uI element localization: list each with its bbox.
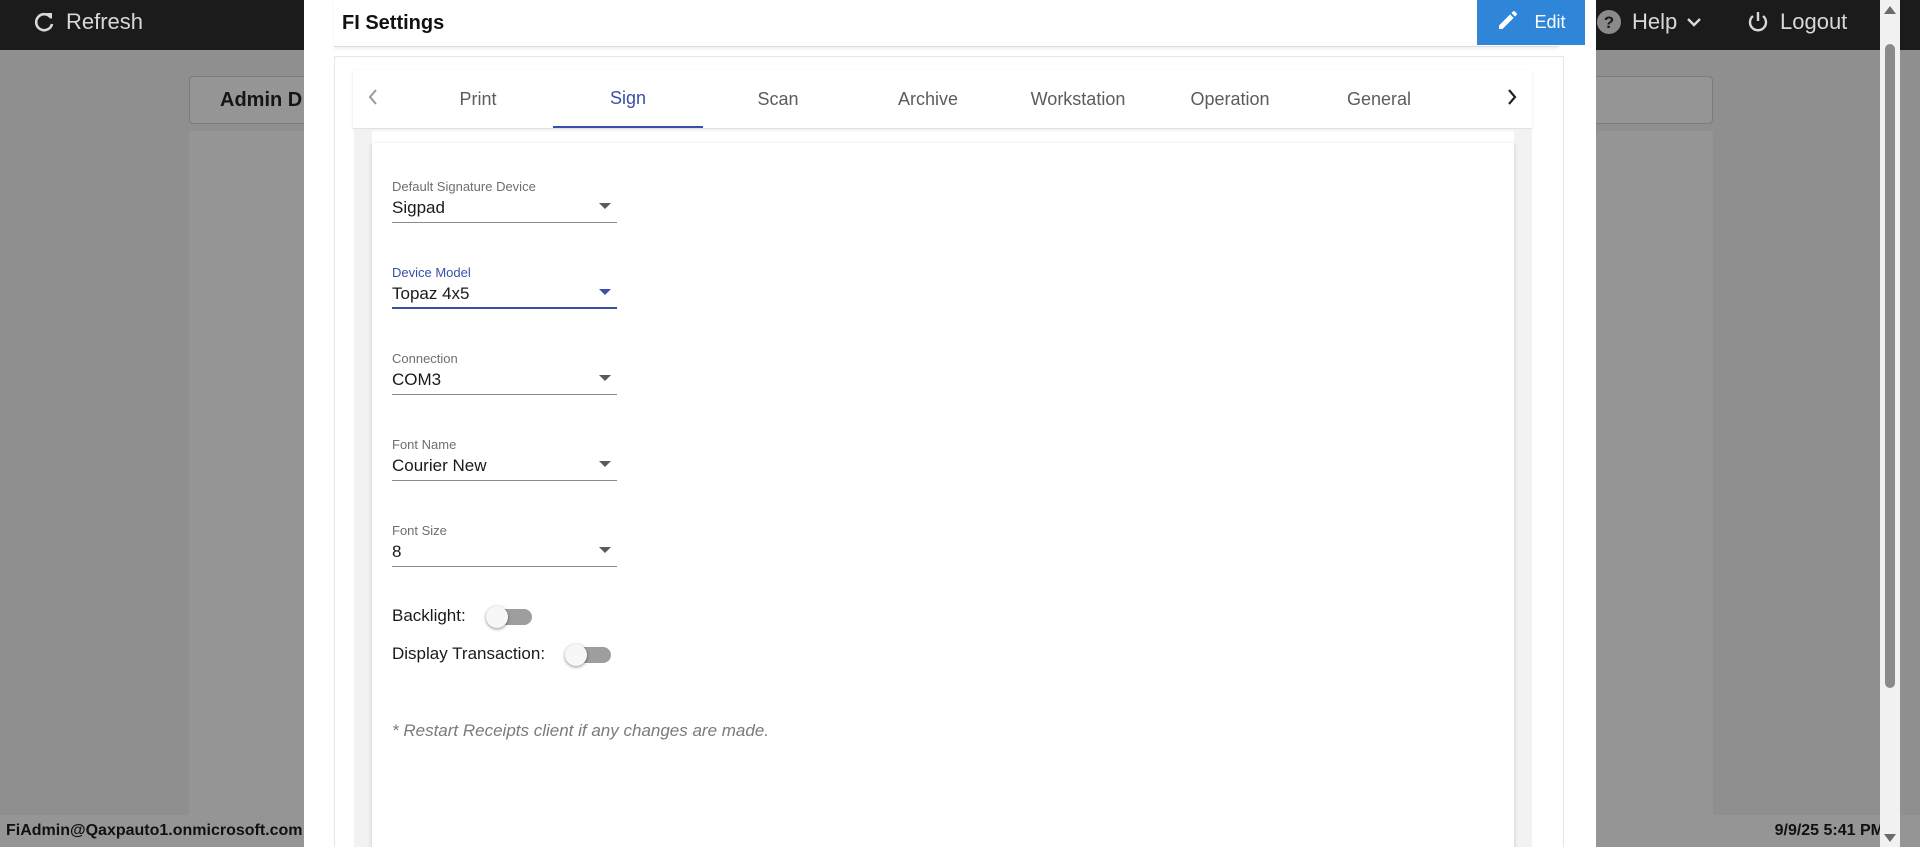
pencil-icon xyxy=(1496,8,1520,37)
backlight-row: Backlight: xyxy=(392,603,532,629)
field-label: Default Signature Device xyxy=(392,179,536,194)
panel-margin-right xyxy=(1514,129,1532,847)
chevron-down-icon xyxy=(1687,17,1702,27)
refresh-label: Refresh xyxy=(66,9,144,34)
font-name-select[interactable]: Font Name Courier New xyxy=(392,437,617,481)
scroll-down-icon[interactable] xyxy=(1884,834,1896,842)
field-value: COM3 xyxy=(392,370,442,389)
dropdown-arrow-icon xyxy=(599,461,611,467)
refresh-icon xyxy=(32,10,56,34)
logout-button[interactable]: Logout xyxy=(1746,0,1847,44)
field-label: Font Name xyxy=(392,437,457,452)
display-transaction-label: Display Transaction: xyxy=(392,644,546,663)
dropdown-arrow-icon xyxy=(599,289,611,295)
logout-label: Logout xyxy=(1780,9,1848,34)
connection-select[interactable]: Connection COM3 xyxy=(392,351,617,395)
display-transaction-row: Display Transaction: xyxy=(392,641,612,667)
power-icon xyxy=(1746,10,1770,34)
display-transaction-toggle[interactable] xyxy=(565,644,612,666)
tab-print[interactable]: Print xyxy=(403,70,553,128)
dialog-title: FI Settings xyxy=(342,12,445,34)
status-user: FiAdmin@Qaxpauto1.onmicrosoft.com xyxy=(6,822,303,839)
font-size-select[interactable]: Font Size 8 xyxy=(392,523,617,567)
field-label: Font Size xyxy=(392,523,447,538)
sign-settings-panel xyxy=(372,143,1514,847)
fi-settings-dialog: FI Settings Edit Print Sign Scan Archive… xyxy=(304,0,1900,847)
tab-archive[interactable]: Archive xyxy=(853,70,1003,128)
backlight-label: Backlight: xyxy=(392,606,466,625)
field-value: Courier New xyxy=(392,456,487,475)
field-label: Device Model xyxy=(392,265,471,280)
settings-tabs: Print Sign Scan Archive Workstation Oper… xyxy=(353,70,1532,129)
edit-button[interactable]: Edit xyxy=(1477,0,1585,45)
help-label: Help xyxy=(1632,9,1678,34)
svg-text:?: ? xyxy=(1604,13,1614,32)
field-value: Sigpad xyxy=(392,198,445,217)
scroll-up-icon[interactable] xyxy=(1884,6,1896,14)
scroll-thumb[interactable] xyxy=(1885,44,1895,688)
refresh-button[interactable]: Refresh xyxy=(32,0,143,44)
chevron-left-icon xyxy=(367,88,379,111)
chevron-right-icon xyxy=(1506,88,1518,111)
restart-note: * Restart Receipts client if any changes… xyxy=(392,721,770,740)
tab-general[interactable]: General xyxy=(1304,70,1454,128)
backlight-toggle[interactable] xyxy=(485,606,532,628)
dropdown-arrow-icon xyxy=(599,375,611,381)
tabs-scroll-left[interactable] xyxy=(353,70,393,128)
default-signature-device-select[interactable]: Default Signature Device Sigpad xyxy=(392,179,617,223)
toggle-thumb xyxy=(485,606,508,628)
help-menu[interactable]: ? Help xyxy=(1596,0,1702,44)
dropdown-arrow-icon xyxy=(599,547,611,553)
dropdown-arrow-icon xyxy=(599,203,611,209)
panel-margin-left xyxy=(354,129,372,847)
edit-label: Edit xyxy=(1534,12,1566,32)
status-datetime: 9/9/25 5:41 PM xyxy=(1774,822,1884,839)
tabs-scroll-right[interactable] xyxy=(1492,70,1532,128)
dialog-scrollbar[interactable] xyxy=(1880,0,1900,847)
device-model-select[interactable]: Device Model Topaz 4x5 xyxy=(392,265,617,309)
admin-panel-title: Admin D xyxy=(220,88,303,111)
field-value: Topaz 4x5 xyxy=(392,284,470,303)
tab-workstation[interactable]: Workstation xyxy=(1003,70,1153,128)
help-icon: ? xyxy=(1596,9,1622,35)
tab-sign[interactable]: Sign xyxy=(553,70,703,128)
dialog-header: FI Settings Edit xyxy=(334,0,1585,47)
field-label: Connection xyxy=(392,351,458,366)
toggle-thumb xyxy=(565,644,588,666)
tab-scan[interactable]: Scan xyxy=(703,70,853,128)
field-value: 8 xyxy=(392,542,402,561)
tab-operation[interactable]: Operation xyxy=(1155,70,1305,128)
